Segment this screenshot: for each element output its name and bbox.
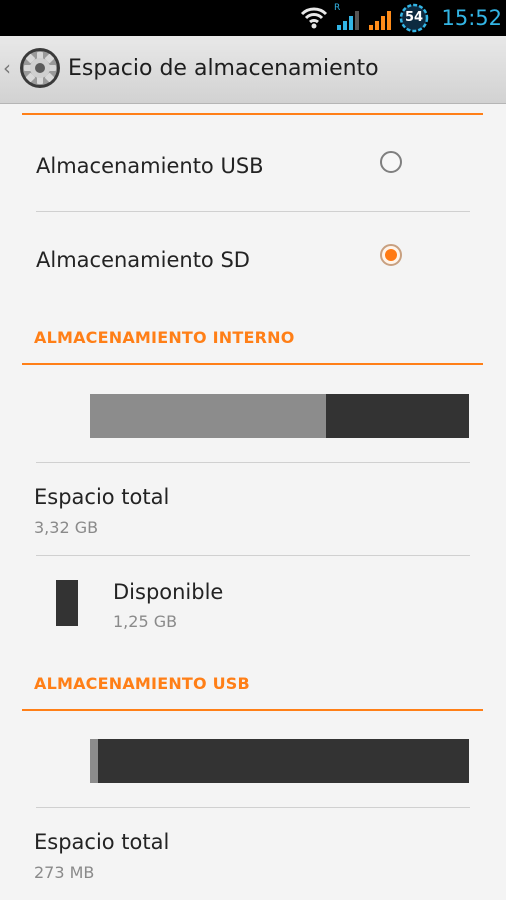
section-header-internal: ALMACENAMIENTO INTERNO [34,328,295,347]
option-sd-label: Almacenamiento SD [36,248,250,272]
section-accent-line-usb [22,709,483,711]
action-bar: ‹ Espacio de almacenamiento [0,36,506,104]
page-title: Espacio de almacenamiento [68,56,379,81]
notification-badge-count: 54 [404,10,424,25]
usb-total-row[interactable]: Espacio total 273 MB [0,810,506,900]
internal-total-value: 3,32 GB [34,518,99,537]
settings-gear-icon[interactable] [18,46,62,90]
option-divider [36,211,470,212]
internal-divider-2 [36,555,470,556]
internal-total-label: Espacio total [34,485,170,509]
option-sd-radio[interactable] [380,244,402,266]
internal-usage-fill [90,394,327,438]
internal-divider-1 [36,462,470,463]
option-usb-radio[interactable] [380,151,402,173]
usb-total-label: Espacio total [34,830,170,854]
usb-usage-fill [90,739,98,783]
internal-usage-bar [90,394,469,438]
option-usb-storage[interactable]: Almacenamiento USB [0,130,506,210]
signal-2-icon [369,11,391,30]
signal-1-icon [337,11,359,30]
status-clock: 15:52 [441,6,502,30]
option-usb-label: Almacenamiento USB [36,154,264,178]
usb-divider-1 [36,807,470,808]
section-accent-line-internal [22,363,483,365]
internal-available-value: 1,25 GB [113,612,178,631]
available-color-swatch [56,580,78,626]
back-chevron-icon[interactable]: ‹ [3,56,11,80]
status-bar: R 54 15:52 [0,0,506,36]
wifi-icon [300,7,328,29]
internal-total-row[interactable]: Espacio total 3,32 GB [0,465,506,553]
usb-total-value: 273 MB [34,863,95,882]
internal-available-label: Disponible [113,580,224,604]
section-header-usb: ALMACENAMIENTO USB [34,674,250,693]
internal-available-row[interactable]: Disponible 1,25 GB [0,558,506,658]
top-accent-line [22,113,483,115]
option-sd-storage[interactable]: Almacenamiento SD [0,215,506,300]
usb-usage-bar [90,739,469,783]
